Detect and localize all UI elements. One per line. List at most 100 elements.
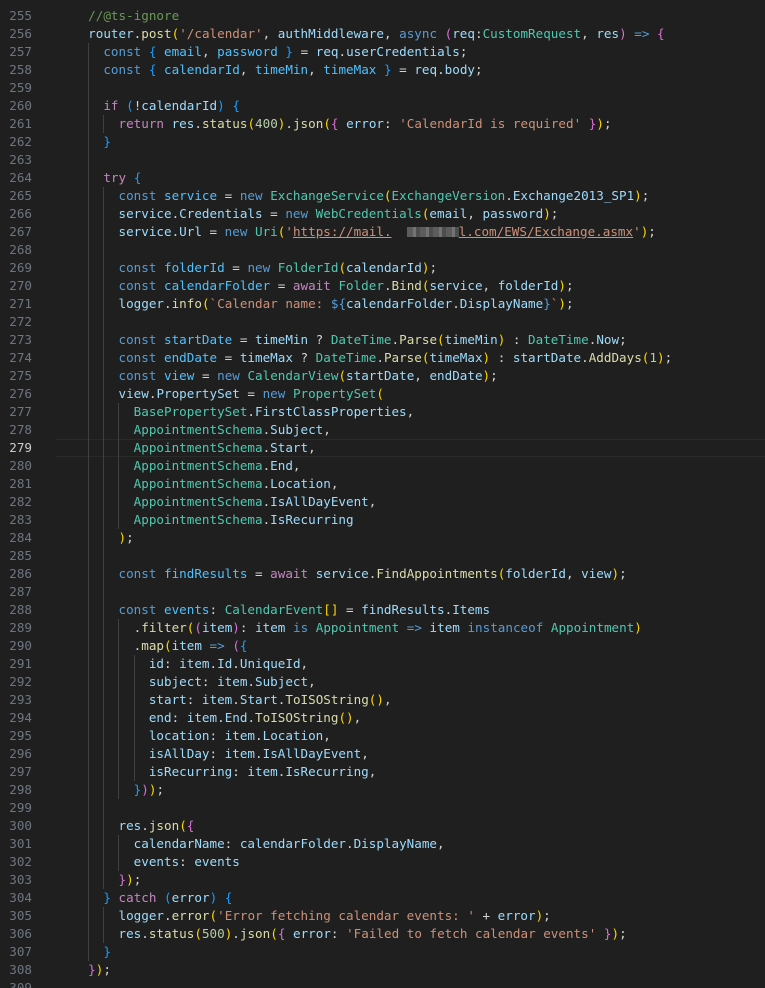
code-token: } [103,944,111,959]
code-line[interactable]: router.post('/calendar', authMiddleware,… [73,25,664,43]
code-line[interactable]: id: item.Id.UniqueId, [73,655,308,673]
code-line[interactable]: AppointmentSchema.Subject, [73,421,331,439]
code-line[interactable]: subject: item.Subject, [73,673,316,691]
code-token: , [383,692,392,707]
code-token: events [164,602,210,617]
url-link[interactable]: l.com/EWS/Exchange.asmx [459,224,633,239]
code-line[interactable]: const folderId = new FolderId(calendarId… [73,259,438,277]
line-number: 258 [9,62,32,77]
code-line[interactable]: ); [73,529,134,547]
code-line[interactable]: if (!calendarId) { [73,97,240,115]
code-token: : [209,728,225,743]
code-token: , [565,566,582,581]
code-line[interactable]: }); [73,961,111,979]
code-token: + [474,908,498,923]
code-token: ) [118,530,127,545]
code-token: Location [262,728,324,743]
code-editor[interactable]: 255 256 257 258 259 260 261 262 263 264 265 266 267 2… [0,0,765,988]
code-line[interactable]: try { [73,169,141,187]
line-number: 281 [9,476,32,491]
code-line[interactable]: location: item.Location, [73,727,331,745]
code-line[interactable]: }); [73,871,142,889]
code-token: AppointmentSchema [133,422,263,437]
code-line[interactable]: logger.error('Error fetching calendar ev… [73,907,551,925]
code-line[interactable]: const service = new ExchangeService(Exch… [73,187,650,205]
line-number: 262 [9,134,32,149]
code-line[interactable]: } [73,133,111,151]
code-line[interactable]: end: item.End.ToISOString(), [73,709,361,727]
code-token: subject [148,674,202,689]
code-line[interactable]: start: item.Start.ToISOString(), [73,691,392,709]
code-token: CalendarEvent [224,602,324,617]
code-line[interactable]: //@ts-ignore [73,7,179,25]
code-token: ; [156,782,165,797]
code-token: timeMin [255,62,309,77]
code-line[interactable]: AppointmentSchema.IsAllDayEvent, [73,493,377,511]
code-line[interactable]: AppointmentSchema.IsRecurring [73,511,354,529]
code-line[interactable]: logger.info(`Calendar name: ${calendarFo… [73,295,574,313]
code-token: Now [596,332,620,347]
code-token: Uri [255,224,278,239]
code-line[interactable]: res.status(500).json({ error: 'Failed to… [73,925,627,943]
code-line[interactable]: const { calendarId, timeMin, timeMax } =… [73,61,482,79]
code-line[interactable]: } [73,943,111,961]
code-token: req [452,26,475,41]
code-token: ( [437,332,445,347]
code-token: : [224,836,240,851]
code-token: IsRecurring [285,764,369,779]
code-token: ' [285,224,293,239]
code-token: ( [194,620,202,635]
code-line[interactable]: calendarName: calendarFolder.DisplayName… [73,835,445,853]
line-number-gutter[interactable]: 255 256 257 258 259 260 261 262 263 264 265 266 267 2… [0,0,52,988]
code-line[interactable]: service.Url = new Uri('https://mail. l.c… [73,223,656,241]
url-link[interactable]: https://mail. [293,224,392,239]
line-number: 263 [9,152,32,167]
code-line[interactable]: AppointmentSchema.Start, [73,439,316,457]
code-token: folderId [505,566,566,581]
code-line[interactable]: BasePropertySet.FirstClassProperties, [73,403,415,421]
code-token: ) [634,620,642,635]
code-token: } [543,296,551,311]
code-line[interactable]: })); [73,781,164,799]
code-line[interactable]: const view = new CalendarView(startDate,… [73,367,498,385]
code-token: = [201,224,225,239]
code-line[interactable]: const events: CalendarEvent[] = findResu… [73,601,491,619]
code-line[interactable]: const findResults = await service.FindAp… [73,565,627,583]
code-line[interactable]: AppointmentSchema.Location, [73,475,339,493]
line-number: 265 [9,188,32,203]
code-token: AppointmentSchema [133,494,263,509]
code-line[interactable]: const endDate = timeMax ? DateTime.Parse… [73,349,673,367]
code-line[interactable]: service.Credentials = new WebCredentials… [73,205,559,223]
code-line[interactable]: events: events [73,853,240,871]
code-line[interactable]: } catch (error) { [73,889,232,907]
code-token: error [171,908,210,923]
code-line[interactable]: const startDate = timeMin ? DateTime.Par… [73,331,627,349]
code-token: folderId [497,278,559,293]
code-line[interactable]: res.json({ [73,817,195,835]
code-token: : [164,656,180,671]
code-token: [] [323,602,339,617]
code-line[interactable]: return res.status(400).json({ error: 'Ca… [73,115,612,133]
code-line[interactable]: AppointmentSchema.End, [73,457,301,475]
code-token: ( [338,368,347,383]
code-token: calendarId [346,260,422,275]
code-token: res [171,116,195,131]
code-area[interactable]: //@ts-ignore router.post('/calendar', au… [73,0,765,988]
code-line[interactable]: .map(item => ({ [73,637,248,655]
line-number: 283 [9,512,32,527]
code-line[interactable]: const calendarFolder = await Folder.Bind… [73,277,574,295]
code-line[interactable]: .filter((item): item is Appointment => i… [73,619,642,637]
code-token: ; [550,206,559,221]
code-token: Items [452,602,491,617]
code-line[interactable]: view.PropertySet = new PropertySet( [73,385,384,403]
code-line[interactable]: isRecurring: item.IsRecurring, [73,763,377,781]
code-token: ( [323,116,331,131]
code-line[interactable]: const { email, password } = req.userCred… [73,43,467,61]
code-line[interactable]: isAllDay: item.IsAllDayEvent, [73,745,369,763]
